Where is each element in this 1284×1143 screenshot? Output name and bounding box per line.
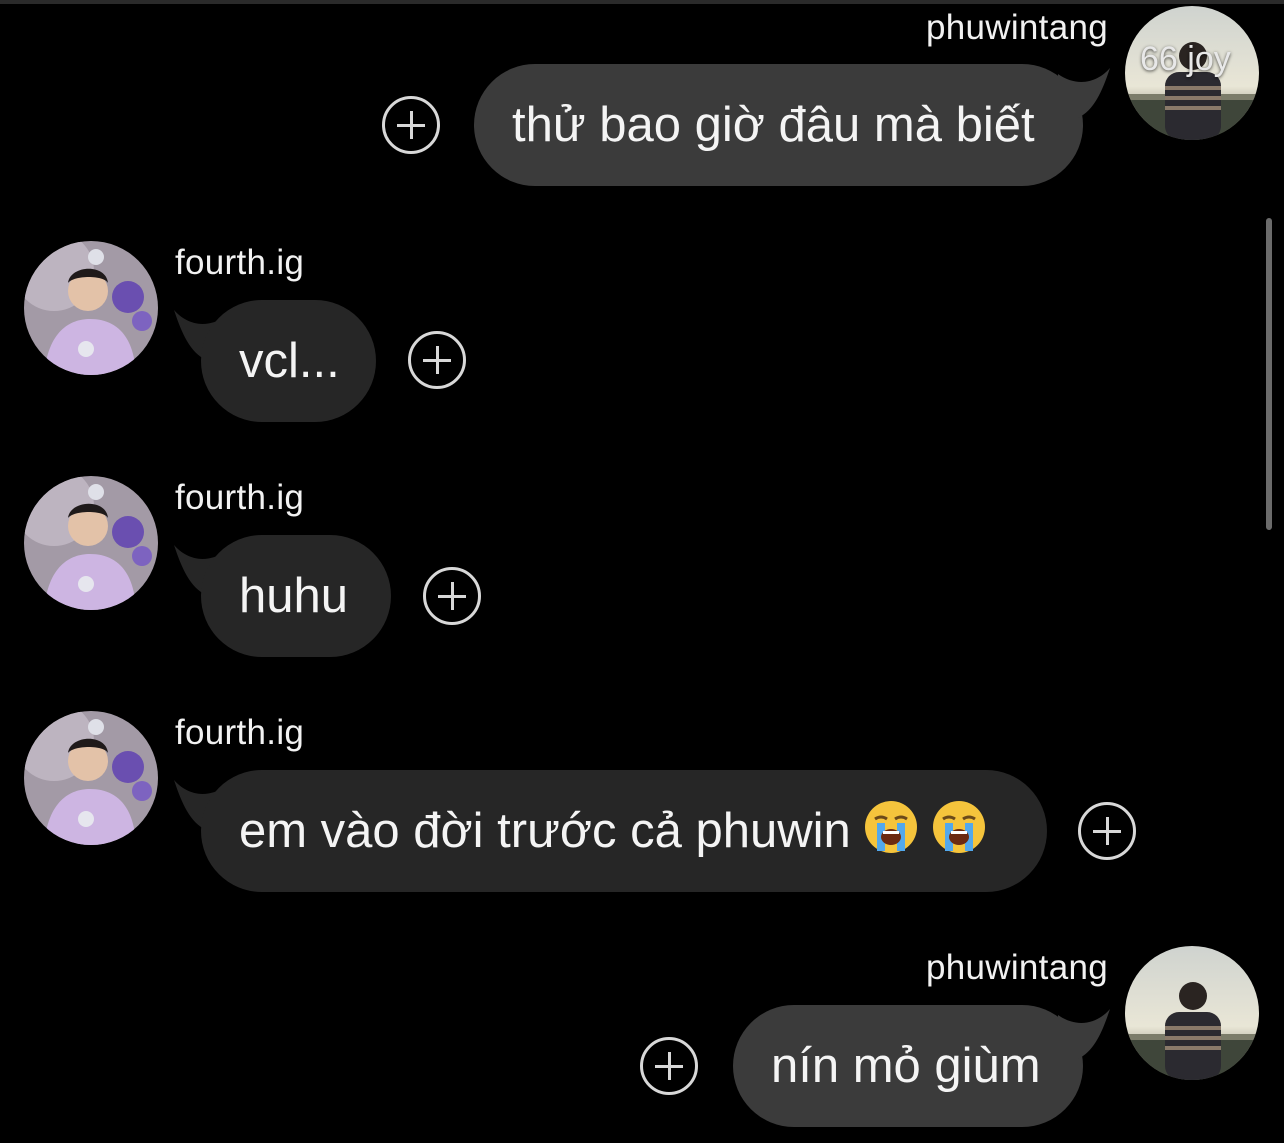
message-bubble[interactable]: nín mỏ giùm <box>733 1005 1083 1127</box>
message-bubble[interactable]: vcl... <box>201 300 376 422</box>
top-divider <box>0 0 1284 4</box>
add-reaction-button[interactable] <box>408 331 466 389</box>
message-text: vcl... <box>239 334 340 388</box>
bubble-tail <box>1058 68 1110 118</box>
avatar-fourth[interactable] <box>24 241 158 375</box>
sender-name: fourth.ig <box>175 713 305 752</box>
add-reaction-button[interactable] <box>382 96 440 154</box>
loudly-crying-face-icon <box>863 778 919 853</box>
avatar-note: 66 joy <box>1140 40 1231 78</box>
message-text: nín mỏ giùm <box>771 1039 1041 1093</box>
message-text: thử bao giờ đâu mà biết <box>512 98 1035 152</box>
scrollbar[interactable] <box>1266 218 1272 530</box>
sender-name: phuwintang <box>925 948 1108 987</box>
message-bubble[interactable]: huhu <box>201 535 391 657</box>
add-reaction-button[interactable] <box>640 1037 698 1095</box>
sender-name: fourth.ig <box>175 478 305 517</box>
avatar-fourth[interactable] <box>24 476 158 610</box>
message-bubble[interactable]: em vào đời trước cả phuwin <box>201 770 1047 892</box>
avatar-phuwintang[interactable] <box>1125 946 1259 1080</box>
message-bubble[interactable]: thử bao giờ đâu mà biết <box>474 64 1083 186</box>
loudly-crying-face-icon <box>931 778 987 853</box>
message-text: em vào đời trước cả phuwin <box>239 804 851 858</box>
bubble-tail <box>1058 1009 1110 1059</box>
add-reaction-button[interactable] <box>1078 802 1136 860</box>
add-reaction-button[interactable] <box>423 567 481 625</box>
sender-name: phuwintang <box>925 8 1108 47</box>
avatar-fourth[interactable] <box>24 711 158 845</box>
message-text: huhu <box>239 569 349 623</box>
sender-name: fourth.ig <box>175 243 305 282</box>
